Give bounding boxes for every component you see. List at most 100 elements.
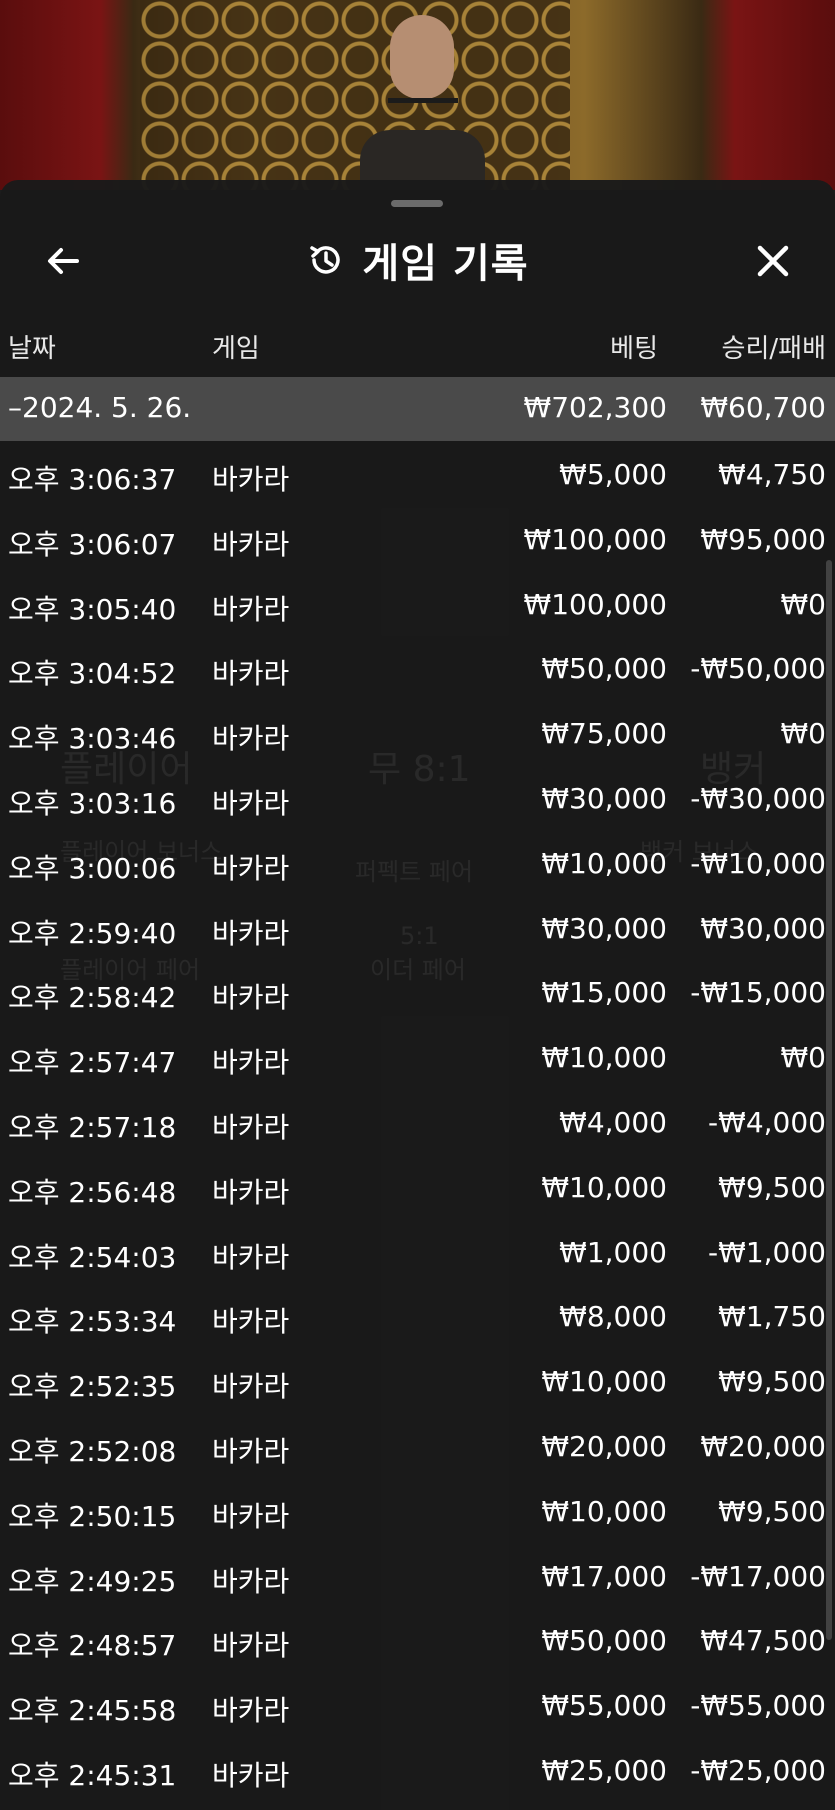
column-header-result: 승리/패배 — [721, 334, 826, 364]
history-row-game: 바카라 — [212, 1175, 290, 1209]
history-row-time: 오후 2:57:47 — [8, 1046, 177, 1080]
history-row-time: 오후 2:56:48 — [8, 1175, 177, 1209]
history-row-result: ₩0 — [780, 1041, 827, 1075]
history-row-game: 바카라 — [212, 1305, 290, 1339]
history-row-bet: ₩30,000 — [541, 911, 667, 945]
history-row-game: 바카라 — [212, 786, 290, 820]
column-header-bet: 베팅 — [610, 334, 658, 364]
history-row[interactable]: 오후 3:03:16 바카라 ₩30,000 -₩30,000 — [0, 765, 835, 830]
history-row[interactable]: 오후 2:45:58 바카라 ₩55,000 -₩55,000 — [0, 1672, 835, 1737]
drag-handle[interactable] — [391, 200, 443, 207]
history-row-bet: ₩25,000 — [541, 1753, 667, 1787]
history-row[interactable]: 오후 2:54:03 바카라 ₩1,000 -₩1,000 — [0, 1219, 835, 1284]
history-row-bet: ₩4,000 — [559, 1105, 667, 1139]
history-row[interactable]: 오후 2:53:34 바카라 ₩8,000 ₩1,750 — [0, 1283, 835, 1348]
history-row-time: 오후 3:03:46 — [8, 722, 177, 756]
history-row[interactable]: 오후 2:45:31 바카라 ₩25,000 -₩25,000 — [0, 1737, 835, 1802]
history-row-result: ₩9,500 — [718, 1170, 826, 1204]
history-row-result: -₩1,000 — [708, 1235, 826, 1269]
history-row-bet: ₩20,000 — [541, 1429, 667, 1463]
history-row-time: 오후 2:59:40 — [8, 916, 177, 950]
history-row[interactable]: 오후 2:59:40 바카라 ₩30,000 ₩30,000 — [0, 895, 835, 960]
history-row-time: 오후 3:06:37 — [8, 463, 177, 496]
history-row-bet: ₩30,000 — [541, 781, 667, 815]
history-row-bet: ₩10,000 — [541, 1041, 667, 1075]
history-row-bet: ₩75,000 — [541, 717, 667, 751]
history-row-game: 바카라 — [212, 1629, 290, 1663]
history-row-bet: ₩50,000 — [541, 1624, 667, 1658]
history-row-result: ₩20,000 — [700, 1429, 826, 1463]
history-row-result: -₩4,000 — [708, 1105, 826, 1139]
close-icon — [757, 245, 789, 277]
history-row-result: -₩55,000 — [690, 1689, 826, 1723]
history-row[interactable]: 오후 3:04:52 바카라 ₩50,000 -₩50,000 — [0, 635, 835, 700]
history-row[interactable]: 오후 2:57:47 바카라 ₩10,000 ₩0 — [0, 1024, 835, 1089]
date-group-bet-total: ₩702,300 — [523, 391, 667, 424]
history-row-bet: ₩10,000 — [541, 1170, 667, 1204]
history-row-game: 바카라 — [212, 1564, 290, 1598]
history-row-result: ₩0 — [780, 717, 827, 751]
history-row-bet: ₩1,000 — [559, 1235, 667, 1269]
history-row[interactable]: 오후 2:52:08 바카라 ₩20,000 ₩20,000 — [0, 1413, 835, 1478]
history-row[interactable]: 오후 3:06:37 바카라 ₩5,000 ₩4,750 — [0, 441, 835, 506]
history-row[interactable]: 오후 3:06:07 바카라 ₩100,000 ₩95,000 — [0, 506, 835, 571]
back-button[interactable] — [36, 234, 90, 288]
history-list: 오후 3:06:37 바카라 ₩5,000 ₩4,750 오후 3:06:07 바카라 ₩1… — [0, 441, 835, 1802]
history-row-bet: ₩10,000 — [541, 1494, 667, 1528]
history-row-result: ₩0 — [780, 587, 827, 621]
history-row-result: -₩17,000 — [690, 1559, 826, 1593]
close-button[interactable] — [746, 234, 800, 288]
history-row-time: 오후 2:50:15 — [8, 1499, 177, 1533]
history-row-time: 오후 2:53:34 — [8, 1305, 177, 1339]
history-row[interactable]: 오후 3:05:40 바카라 ₩100,000 ₩0 — [0, 571, 835, 636]
history-row-bet: ₩8,000 — [559, 1300, 667, 1334]
history-row[interactable]: 오후 2:50:15 바카라 ₩10,000 ₩9,500 — [0, 1478, 835, 1543]
history-row-time: 오후 2:57:18 — [8, 1110, 177, 1144]
history-row-time: 오후 3:03:16 — [8, 786, 177, 820]
history-row-time: 오후 3:00:06 — [8, 851, 177, 885]
history-row-game: 바카라 — [212, 1434, 290, 1468]
scrollbar[interactable] — [826, 560, 832, 1640]
history-row-bet: ₩17,000 — [541, 1559, 667, 1593]
history-row-time: 오후 2:48:57 — [8, 1629, 177, 1663]
history-row-result: -₩15,000 — [690, 976, 826, 1010]
decorative-lattice-wall — [140, 0, 570, 190]
history-row-game: 바카라 — [212, 722, 290, 756]
history-row[interactable]: 오후 2:58:42 바카라 ₩15,000 -₩15,000 — [0, 959, 835, 1024]
history-row[interactable]: 오후 2:52:35 바카라 ₩10,000 ₩9,500 — [0, 1348, 835, 1413]
history-row-game: 바카라 — [212, 1694, 290, 1728]
history-row-result: ₩1,750 — [718, 1300, 826, 1334]
history-row-bet: ₩15,000 — [541, 976, 667, 1010]
history-row[interactable]: 오후 2:48:57 바카라 ₩50,000 ₩47,500 — [0, 1607, 835, 1672]
history-row-time: 오후 2:45:58 — [8, 1694, 177, 1728]
history-row-bet: ₩55,000 — [541, 1689, 667, 1723]
column-header-game: 게임 — [212, 334, 260, 364]
history-row-time: 오후 2:58:42 — [8, 981, 177, 1015]
history-row-time: 오후 3:04:52 — [8, 657, 177, 691]
history-row[interactable]: 오후 2:49:25 바카라 ₩17,000 -₩17,000 — [0, 1543, 835, 1608]
history-row[interactable]: 오후 2:57:18 바카라 ₩4,000 -₩4,000 — [0, 1089, 835, 1154]
history-row-result: ₩47,500 — [700, 1624, 826, 1658]
history-row[interactable]: 오후 2:56:48 바카라 ₩10,000 ₩9,500 — [0, 1154, 835, 1219]
history-row[interactable]: 오후 3:03:46 바카라 ₩75,000 ₩0 — [0, 700, 835, 765]
date-group-row[interactable]: –2024. 5. 26. ₩702,300 ₩60,700 — [0, 377, 835, 441]
history-row-game: 바카라 — [212, 1110, 290, 1144]
history-row-result: ₩9,500 — [718, 1365, 826, 1399]
history-row-result: -₩25,000 — [690, 1753, 826, 1787]
history-row-bet: ₩100,000 — [523, 587, 667, 621]
history-row-game: 바카라 — [212, 1499, 290, 1533]
column-headers: 날짜 게임 베팅 승리/패배 — [0, 318, 835, 368]
history-row-game: 바카라 — [212, 657, 290, 691]
page-title: 게임 기록 — [362, 241, 529, 287]
history-row[interactable]: 오후 3:00:06 바카라 ₩10,000 -₩10,000 — [0, 830, 835, 895]
history-row-game: 바카라 — [212, 1240, 290, 1274]
history-row-result: ₩4,750 — [718, 458, 826, 491]
history-row-bet: ₩100,000 — [523, 522, 667, 556]
history-row-bet: ₩10,000 — [541, 1365, 667, 1399]
history-row-game: 바카라 — [212, 1046, 290, 1080]
history-row-game: 바카라 — [212, 463, 290, 496]
history-row-result: -₩10,000 — [690, 846, 826, 880]
date-group-label: –2024. 5. 26. — [8, 391, 192, 424]
history-row-time: 오후 2:52:08 — [8, 1434, 177, 1468]
history-row-game: 바카라 — [212, 1758, 290, 1792]
